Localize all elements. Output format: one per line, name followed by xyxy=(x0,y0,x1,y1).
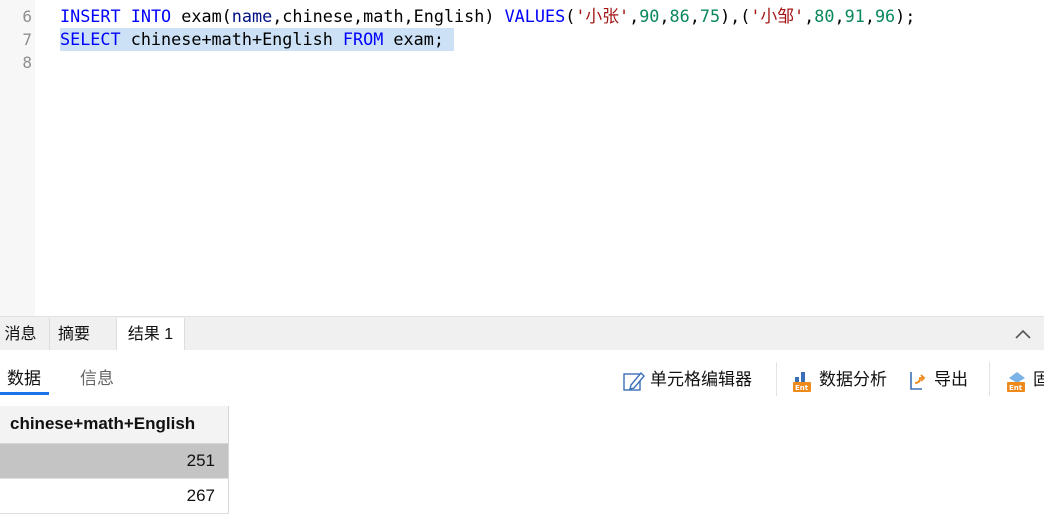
column-header-label: chinese+math+English xyxy=(10,414,196,433)
data-analysis-button[interactable]: Ent 数据分析 xyxy=(791,368,896,392)
pin-icon: Ent xyxy=(1007,372,1025,392)
code-token: VALUES xyxy=(504,6,566,26)
table-cell[interactable]: 251 xyxy=(187,451,215,471)
code-token: ),( xyxy=(720,6,751,26)
line-number-gutter: 6 7 8 xyxy=(0,0,35,316)
code-token: name xyxy=(231,6,273,26)
line-number: 7 xyxy=(22,30,32,49)
toolbar-divider xyxy=(989,362,990,396)
code-token: , xyxy=(804,6,815,26)
svg-text:Ent: Ent xyxy=(1009,384,1023,392)
code-token: exam; xyxy=(383,29,455,49)
code-token: SELECT xyxy=(60,29,121,49)
result-toolbar: 数据 信息 单元格编辑器 Ent 数据分析 导出 Ent 固 xyxy=(0,350,1044,406)
code-token: , xyxy=(689,6,700,26)
line-number: 8 xyxy=(22,53,32,72)
code-token: , xyxy=(864,6,875,26)
export-label: 导出 xyxy=(934,370,968,389)
toolbar-divider xyxy=(776,362,777,396)
table-row[interactable]: 267 xyxy=(0,479,229,514)
subtab-info[interactable]: 信息 xyxy=(80,368,114,390)
subtab-data[interactable]: 数据 xyxy=(7,368,41,390)
svg-text:Ent: Ent xyxy=(795,384,809,392)
code-token: , xyxy=(659,6,670,26)
code-line-6[interactable]: INSERT INTO exam(name,chinese,math,Engli… xyxy=(60,5,915,28)
tab-result-1[interactable]: 结果 1 xyxy=(116,318,185,351)
edit-icon xyxy=(623,371,645,391)
code-token: INSERT xyxy=(60,6,121,26)
cell-editor-button[interactable]: 单元格编辑器 xyxy=(622,368,767,392)
export-icon xyxy=(910,372,926,390)
code-token: '小邹' xyxy=(750,6,805,26)
data-analysis-label: 数据分析 xyxy=(819,370,887,389)
code-token: 91 xyxy=(844,6,865,26)
pin-label: 固 xyxy=(1033,370,1044,389)
column-header[interactable]: chinese+math+English xyxy=(0,406,229,444)
code-token: FROM xyxy=(342,29,384,49)
code-token: ); xyxy=(895,6,916,26)
cell-editor-label: 单元格编辑器 xyxy=(650,370,752,389)
export-button[interactable]: 导出 xyxy=(906,368,976,392)
active-subtab-indicator xyxy=(0,392,49,395)
code-token: ( xyxy=(565,6,576,26)
data-analysis-icon: Ent xyxy=(793,372,811,392)
code-token: '小张' xyxy=(575,6,630,26)
sql-editor[interactable]: 6 7 8 INSERT INTO exam(name,chinese,math… xyxy=(0,0,1044,316)
code-token: ,chinese,math,English) xyxy=(272,6,505,26)
code-token: 86 xyxy=(669,6,690,26)
table-cell[interactable]: 267 xyxy=(187,486,215,506)
table-row[interactable]: 251 xyxy=(0,444,229,479)
result-panel-tabbar: 消息 摘要 结果 1 xyxy=(0,316,1044,351)
pin-button[interactable]: Ent 固 xyxy=(1005,368,1044,392)
tab-summary[interactable]: 摘要 xyxy=(58,318,116,351)
code-token: chinese+math+English xyxy=(120,29,343,49)
tab-messages[interactable]: 消息 xyxy=(0,318,50,351)
code-line-7-selected[interactable]: SELECT chinese+math+English FROM exam; xyxy=(60,28,455,51)
code-token: , xyxy=(629,6,640,26)
code-token: 75 xyxy=(699,6,721,26)
code-token: 80 xyxy=(814,6,835,26)
code-token: 96 xyxy=(874,6,896,26)
code-token: 90 xyxy=(639,6,660,26)
line-number: 6 xyxy=(22,7,32,26)
code-token: , xyxy=(834,6,845,26)
code-token: exam( xyxy=(171,6,232,26)
chevron-up-icon[interactable] xyxy=(1014,325,1032,343)
code-token: INTO xyxy=(130,6,172,26)
